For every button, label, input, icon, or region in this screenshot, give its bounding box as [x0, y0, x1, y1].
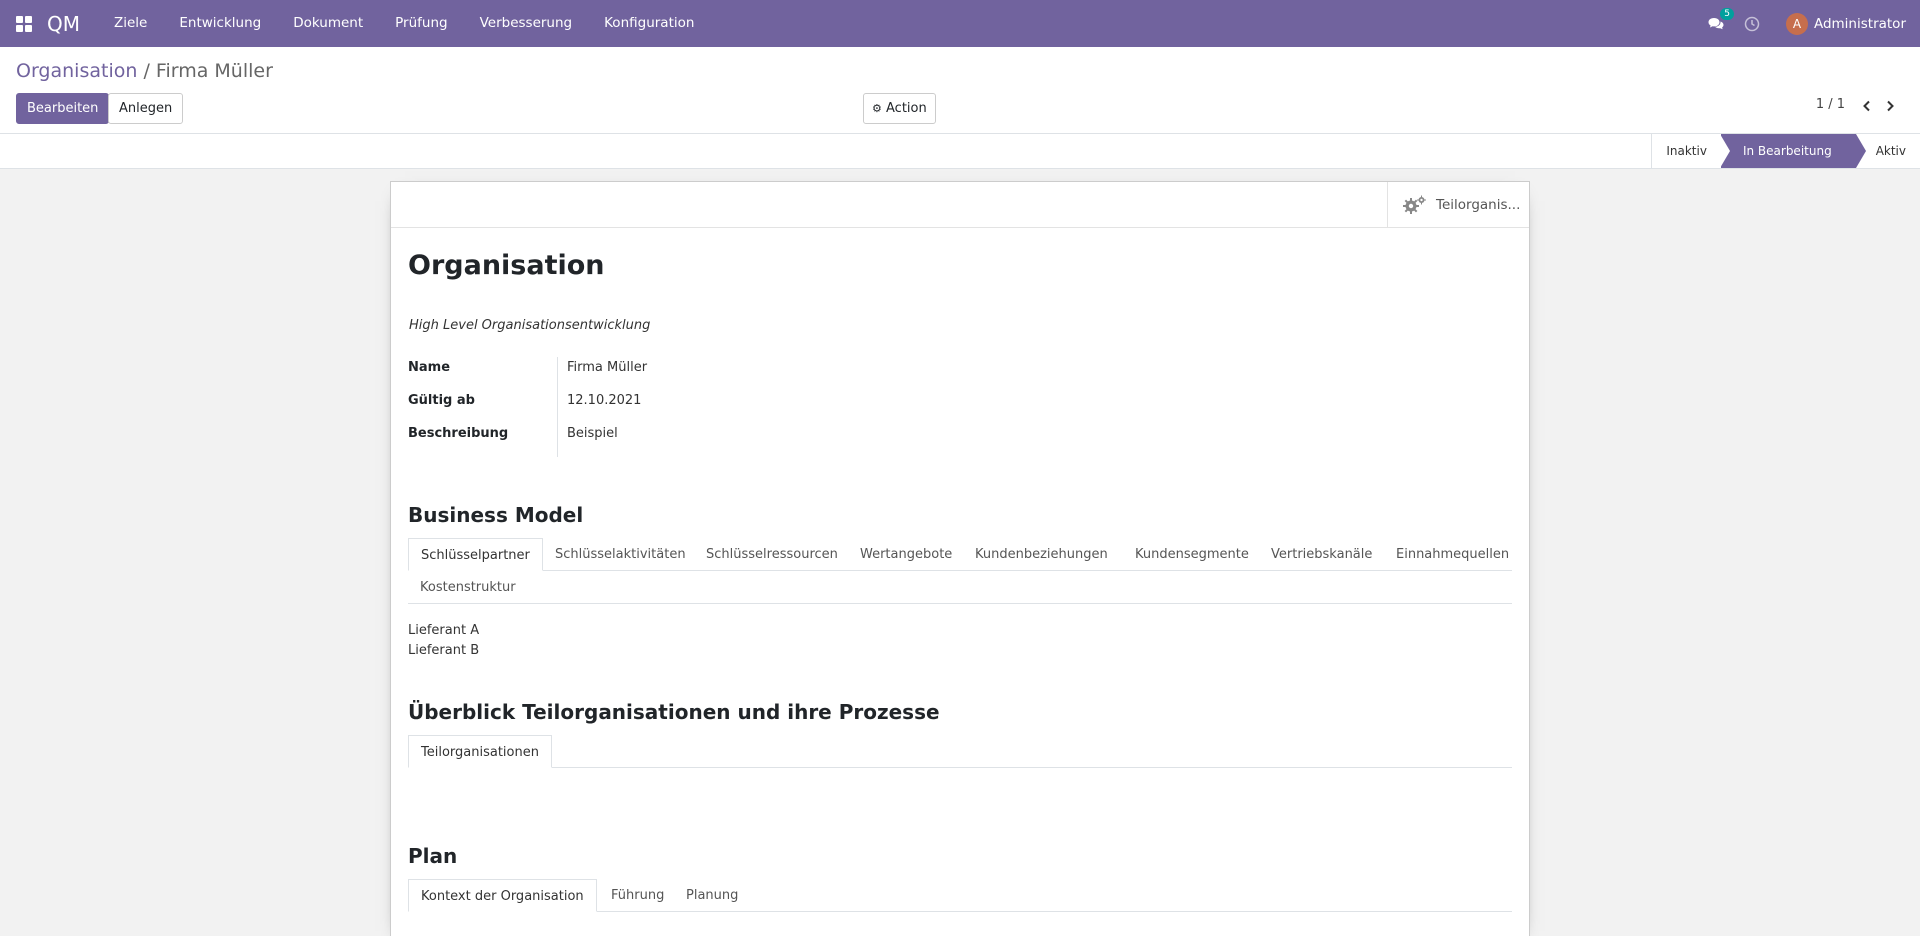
- breadcrumb-separator: /: [143, 60, 150, 82]
- tab-vertriebskanaele[interactable]: Vertriebskanäle: [1259, 538, 1384, 571]
- tab-kontext-der-organisation[interactable]: Kontext der Organisation: [408, 879, 597, 912]
- list-item: Lieferant B: [408, 643, 480, 658]
- user-menu[interactable]: Administrator: [1814, 16, 1906, 32]
- breadcrumb-current: Firma Müller: [155, 60, 273, 82]
- chevron-right-icon: [1887, 100, 1894, 112]
- field-value-name: Firma Müller: [567, 360, 648, 375]
- tab-kostenstruktur[interactable]: Kostenstruktur: [408, 571, 528, 604]
- statusbar: Inaktiv In Bearbeitung Aktiv: [0, 134, 1920, 169]
- overview-heading: Überblick Teilorganisationen und ihre Pr…: [408, 700, 940, 724]
- apps-menu-icon[interactable]: [0, 0, 47, 47]
- tab-schluesselaktivitaeten[interactable]: Schlüsselaktivitäten: [543, 538, 698, 571]
- edit-button[interactable]: Bearbeiten: [16, 93, 110, 124]
- action-label: Action: [886, 101, 927, 116]
- pager-previous-button[interactable]: [1861, 100, 1877, 116]
- field-value-gueltig-ab: 12.10.2021: [567, 393, 642, 408]
- create-button[interactable]: Anlegen: [108, 93, 184, 124]
- record-title: Organisation: [408, 250, 605, 281]
- gear-icon: ⚙: [872, 102, 882, 115]
- control-panel: Organisation / Firma Müller Bearbeiten A…: [0, 47, 1920, 134]
- menu-item-entwicklung[interactable]: Entwicklung: [163, 0, 277, 47]
- status-steps: Inaktiv In Bearbeitung Aktiv: [1651, 134, 1920, 168]
- tab-kundensegmente[interactable]: Kundensegmente: [1123, 538, 1261, 571]
- pager-value[interactable]: 1 / 1: [1816, 97, 1845, 112]
- tab-divider: [408, 767, 1512, 768]
- tab-teilorganisationen[interactable]: Teilorganisationen: [408, 735, 552, 768]
- menu-item-ziele[interactable]: Ziele: [98, 0, 163, 47]
- breadcrumb-parent[interactable]: Organisation: [16, 60, 137, 82]
- button-box: Teilorganis...: [391, 182, 1529, 228]
- pager-next-button[interactable]: [1884, 100, 1900, 116]
- tab-wertangebote[interactable]: Wertangebote: [848, 538, 964, 571]
- field-value-beschreibung: Beispiel: [567, 426, 618, 441]
- smart-button-label: Teilorganis...: [1436, 196, 1521, 213]
- list-item: Lieferant A: [408, 623, 480, 638]
- action-dropdown-button[interactable]: ⚙ Action: [863, 93, 936, 124]
- menu-item-dokument[interactable]: Dokument: [277, 0, 379, 47]
- breadcrumb: Organisation / Firma Müller: [16, 60, 273, 82]
- menu-item-verbesserung[interactable]: Verbesserung: [464, 0, 589, 47]
- record-subtitle: High Level Organisationsentwicklung: [409, 318, 651, 333]
- menu-item-konfiguration[interactable]: Konfiguration: [588, 0, 710, 47]
- tab-divider-second-row: [408, 603, 1512, 604]
- business-model-heading: Business Model: [408, 503, 584, 527]
- field-label-name: Name: [408, 360, 451, 375]
- top-navbar: QM Ziele Entwicklung Dokument Prüfung Ve…: [0, 0, 1920, 47]
- teilorganisationen-smart-button[interactable]: Teilorganis...: [1387, 182, 1529, 227]
- plan-heading: Plan: [408, 844, 458, 868]
- messaging-button[interactable]: 5: [1706, 7, 1734, 34]
- user-avatar[interactable]: A: [1785, 12, 1808, 35]
- status-step-inaktiv[interactable]: Inaktiv: [1651, 134, 1721, 168]
- tab-einnahmequellen[interactable]: Einnahmequellen: [1384, 538, 1521, 571]
- menu-item-pruefung[interactable]: Prüfung: [379, 0, 463, 47]
- tab-kundenbeziehungen[interactable]: Kundenbeziehungen: [963, 538, 1120, 571]
- field-divider: [557, 357, 558, 457]
- form-sheet: Teilorganis... Organisation High Level O…: [390, 181, 1530, 936]
- activity-clock-icon[interactable]: [1744, 16, 1760, 32]
- main-menu: Ziele Entwicklung Dokument Prüfung Verbe…: [98, 0, 710, 47]
- tab-schluesselressourcen[interactable]: Schlüsselressourcen: [694, 538, 850, 571]
- gears-icon: [1403, 195, 1426, 214]
- field-label-gueltig-ab: Gültig ab: [408, 393, 475, 408]
- chat-count-badge: 5: [1720, 7, 1734, 20]
- tab-schluesselpartner[interactable]: Schlüsselpartner: [408, 538, 543, 571]
- status-step-in-bearbeitung[interactable]: In Bearbeitung: [1719, 134, 1866, 168]
- tab-planung[interactable]: Planung: [674, 879, 750, 912]
- chevron-left-icon: [1863, 100, 1870, 112]
- field-label-beschreibung: Beschreibung: [408, 426, 509, 441]
- tab-fuehrung[interactable]: Führung: [599, 879, 676, 912]
- app-brand[interactable]: QM: [47, 12, 80, 36]
